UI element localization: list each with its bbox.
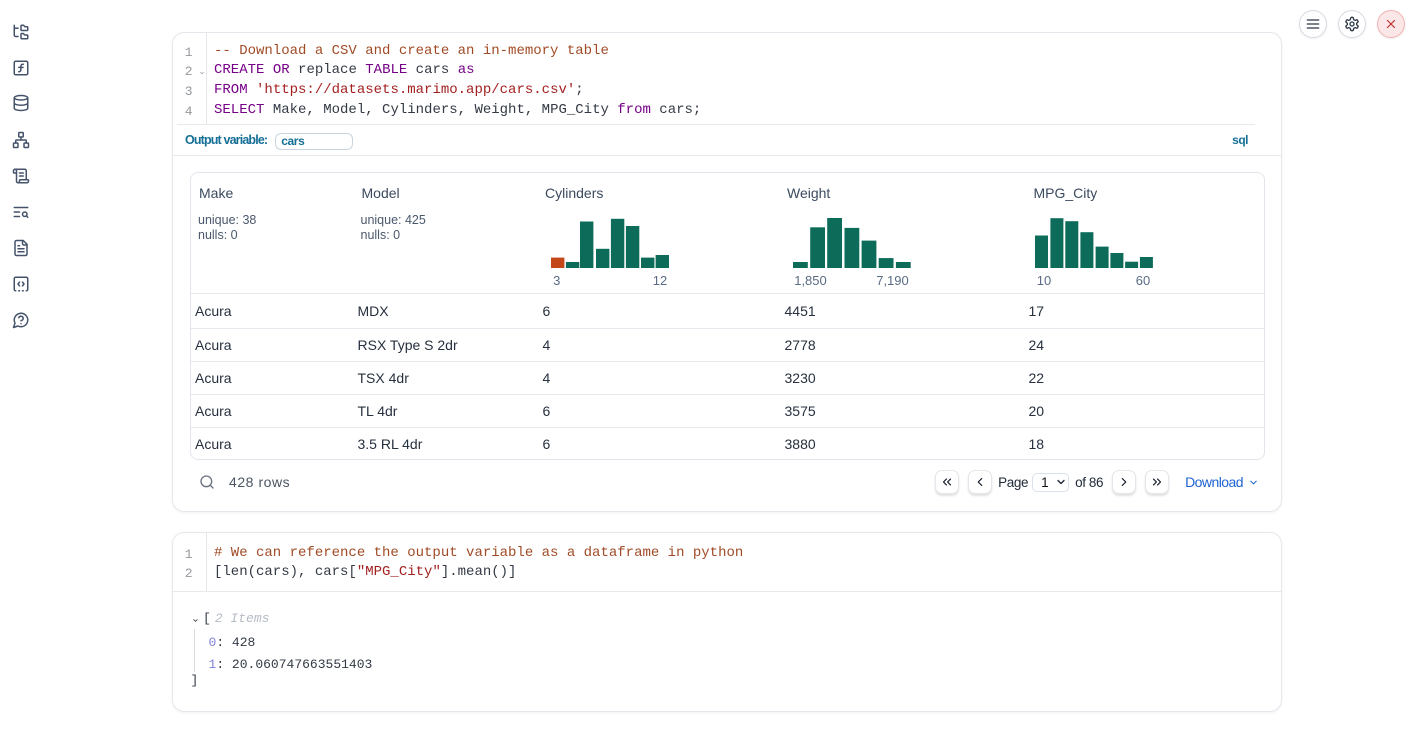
svg-text:1,850: 1,850 (794, 273, 827, 288)
svg-text:12: 12 (653, 273, 667, 288)
svg-text:60: 60 (1136, 273, 1150, 288)
svg-text:3: 3 (553, 273, 560, 288)
svg-text:10: 10 (1037, 273, 1051, 288)
svg-text:7,190: 7,190 (876, 273, 909, 288)
